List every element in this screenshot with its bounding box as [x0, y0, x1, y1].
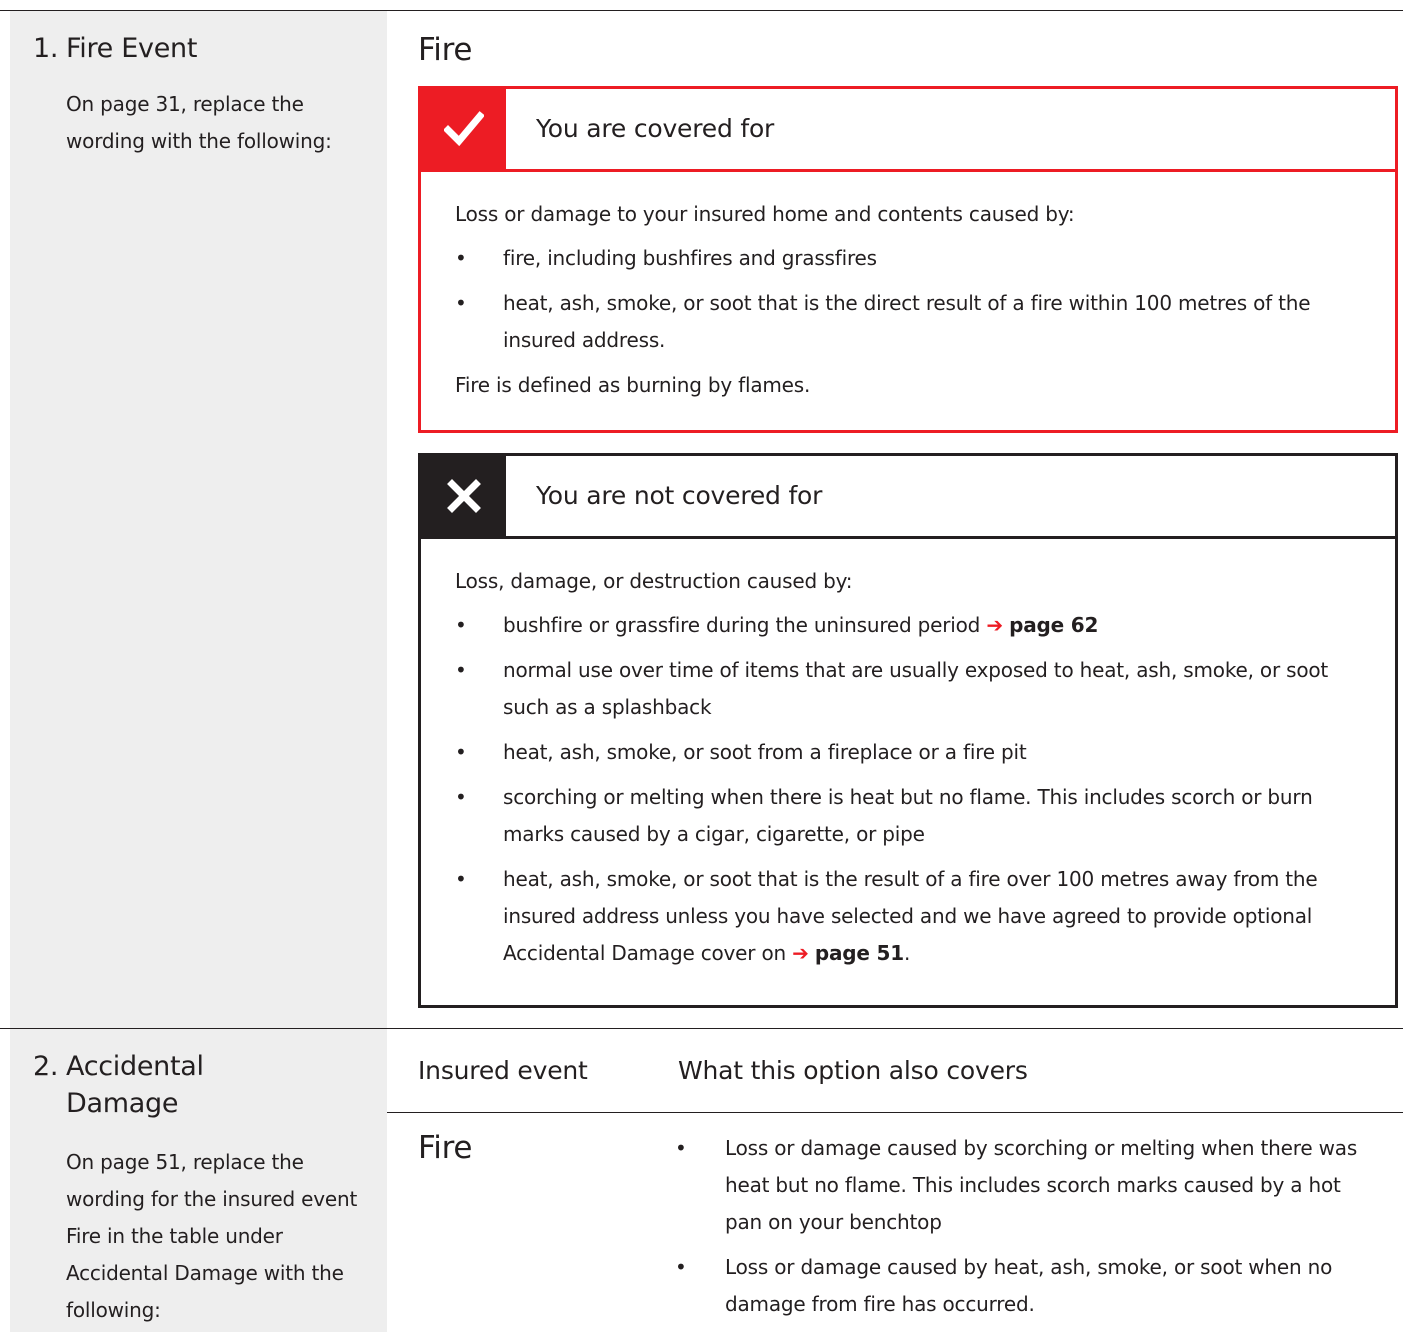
top-divider — [0, 10, 1403, 11]
table-row-event: Fire — [418, 1130, 473, 1166]
covered-box-title: You are covered for — [536, 114, 775, 143]
list-item: • heat, ash, smoke, or soot that is the d… — [455, 285, 1361, 359]
covered-item-text: fire, including bushfires and grassfires — [503, 246, 877, 270]
check-icon — [421, 89, 506, 169]
not-covered-intro: Loss, damage, or destruction caused by: — [455, 569, 853, 593]
table-item-text: Loss or damage caused by heat, ash, smok… — [725, 1255, 1333, 1316]
section-1-number: 1. — [33, 33, 59, 64]
cross-icon — [421, 456, 506, 536]
table-item-text: Loss or damage caused by scorching or me… — [725, 1136, 1358, 1234]
page-51-link[interactable]: page 51 — [815, 941, 904, 965]
not-covered-item-text: scorching or melting when there is heat … — [503, 785, 1313, 846]
not-covered-box-title: You are not covered for — [536, 481, 823, 510]
bullet: • — [675, 1136, 687, 1160]
section-divider — [0, 1028, 1403, 1029]
not-covered-item-text: heat, ash, smoke, or soot that is the re… — [503, 867, 1318, 965]
section-1-title-text: Fire Event — [66, 33, 198, 64]
section-2-number: 2. — [33, 1051, 59, 1082]
covered-list: • fire, including bushfires and grassfire… — [455, 240, 1361, 359]
period: . — [903, 941, 911, 965]
sidebar-background-1 — [10, 11, 387, 1028]
page-62-link[interactable]: page 62 — [1009, 613, 1098, 637]
bullet: • — [455, 613, 467, 637]
covered-box: You are covered for Loss or damage to yo… — [418, 86, 1398, 433]
section-1-instruction: On page 31, replace the wording with the… — [66, 92, 332, 153]
section-2-instruction: On page 51, replace the wording for the … — [66, 1150, 358, 1322]
covered-item-text: heat, ash, smoke, or soot that is the di… — [503, 291, 1311, 352]
bullet: • — [675, 1255, 687, 1279]
covered-box-body: Loss or damage to your insured home and … — [421, 172, 1395, 430]
bullet: • — [455, 740, 467, 764]
not-covered-item-text: heat, ash, smoke, or soot from a firepla… — [503, 740, 1027, 764]
not-covered-item-text: bushfire or grassfire during the uninsur… — [503, 613, 981, 637]
list-item: • scorching or melting when there is heat… — [455, 779, 1361, 853]
list-item: • bushfire or grassfire during the uninsu… — [455, 607, 1361, 644]
list-item: • heat, ash, smoke, or soot that is the r… — [455, 861, 1361, 972]
list-item: • Loss or damage caused by heat, ash, smo… — [675, 1249, 1365, 1323]
list-item: • normal use over time of items that are … — [455, 652, 1361, 726]
bullet: • — [455, 246, 467, 270]
bullet: • — [455, 658, 467, 682]
covered-footer: Fire is defined as burning by flames. — [455, 373, 811, 397]
list-item: • heat, ash, smoke, or soot from a firepl… — [455, 734, 1361, 771]
not-covered-item-text: normal use over time of items that are u… — [503, 658, 1329, 719]
not-covered-box-header: You are not covered for — [421, 456, 1395, 539]
arrow-right-icon: ➔ — [986, 613, 1003, 637]
section-2-title: 2. Accidental Damage — [33, 1048, 204, 1122]
list-item: • Loss or damage caused by scorching or m… — [675, 1130, 1365, 1241]
table-header-insured-event: Insured event — [418, 1056, 588, 1085]
covered-intro: Loss or damage to your insured home and … — [455, 202, 1075, 226]
list-item: • fire, including bushfires and grassfire… — [455, 240, 1361, 277]
table-row-covers-list: • Loss or damage caused by scorching or m… — [675, 1130, 1365, 1331]
bullet: • — [455, 785, 467, 809]
fire-heading: Fire — [418, 32, 473, 68]
not-covered-box: You are not covered for Loss, damage, or… — [418, 453, 1398, 1008]
section-2-title-line2: Damage — [66, 1088, 179, 1119]
table-header-option-covers: What this option also covers — [678, 1056, 1028, 1085]
bullet: • — [455, 867, 467, 891]
not-covered-list: • bushfire or grassfire during the uninsu… — [455, 607, 1361, 972]
section-1-title: 1. Fire Event — [33, 30, 197, 67]
covered-box-header: You are covered for — [421, 89, 1395, 172]
table-header-divider — [387, 1112, 1403, 1113]
bullet: • — [455, 291, 467, 315]
section-2-title-line1: Accidental — [66, 1051, 204, 1082]
arrow-right-icon: ➔ — [792, 941, 809, 965]
not-covered-box-body: Loss, damage, or destruction caused by: … — [421, 539, 1395, 1005]
